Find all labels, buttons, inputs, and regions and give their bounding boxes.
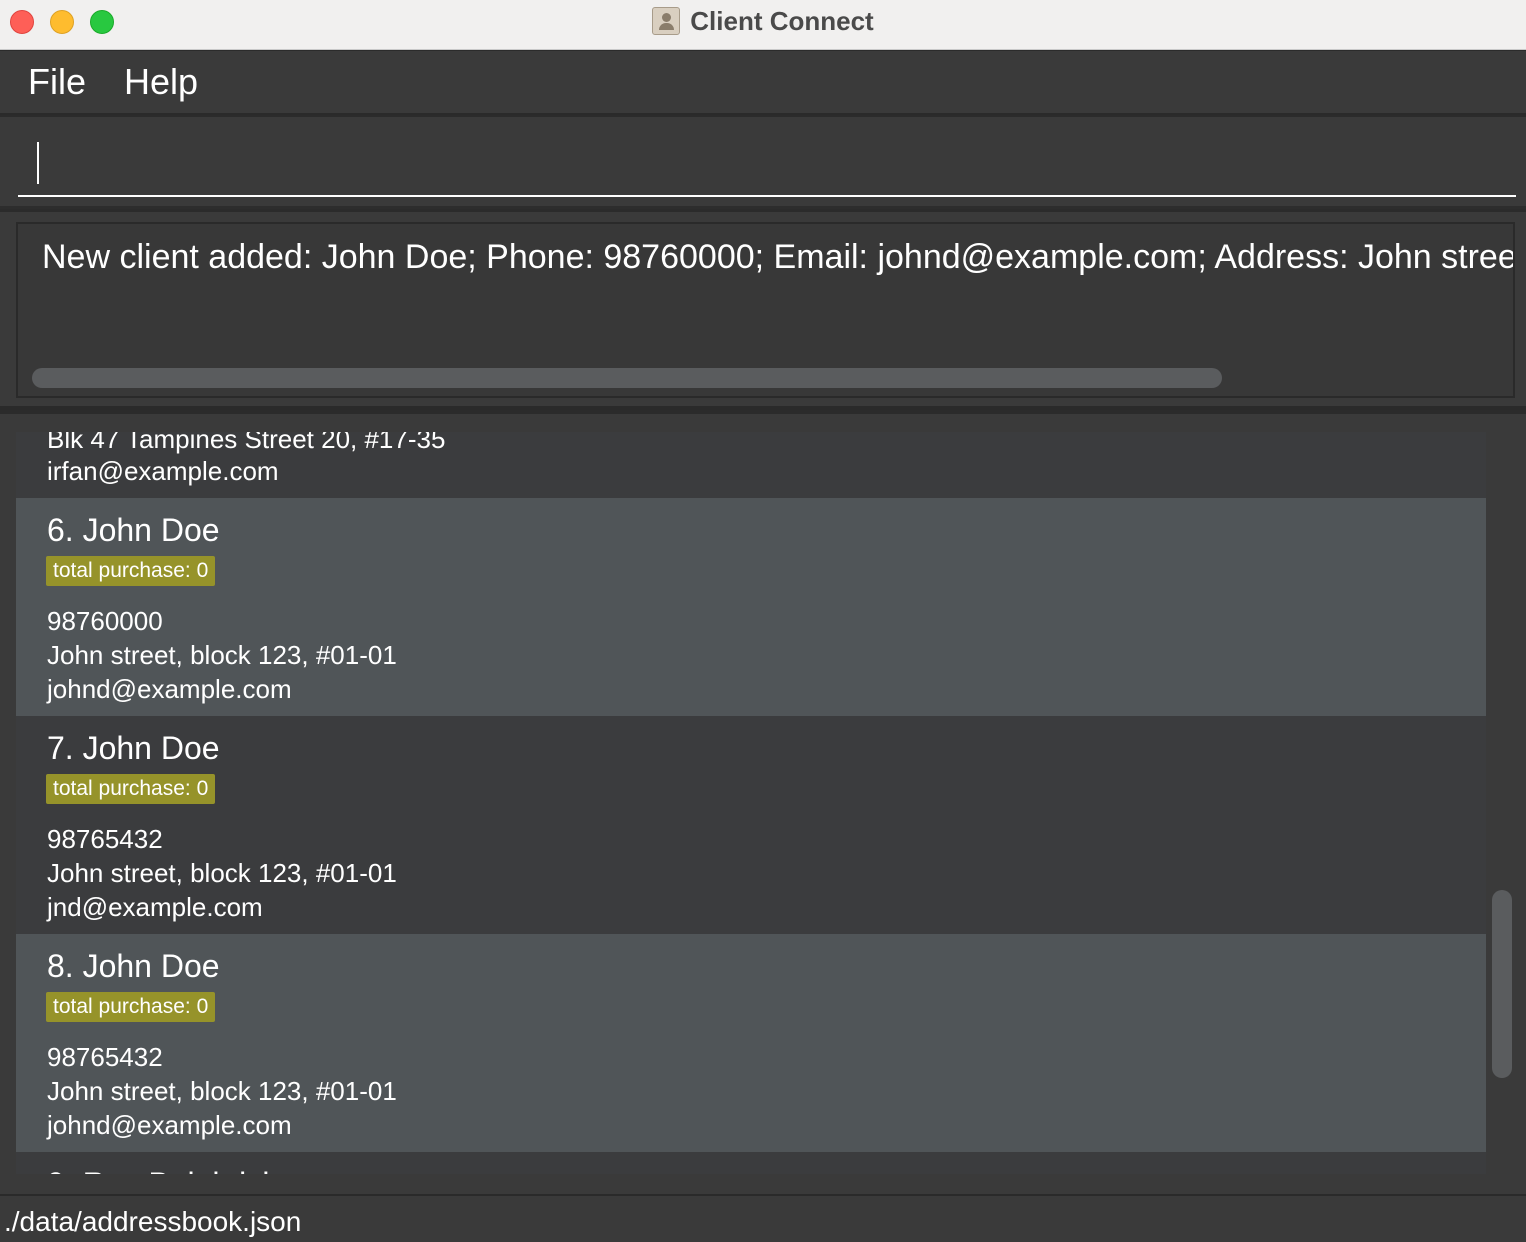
- title-bar: Client Connect: [0, 0, 1526, 50]
- client-tag: total purchase: 0: [46, 774, 216, 804]
- client-email: johnd@example.com: [47, 1110, 292, 1140]
- list-vertical-scrollbar[interactable]: [1492, 890, 1512, 1078]
- client-address: John street, block 123, #01-01: [47, 1076, 397, 1106]
- result-horizontal-scrollbar[interactable]: [32, 368, 1222, 388]
- client-card-partial[interactable]: 9. Roy Balakrishnan: [16, 1152, 1486, 1174]
- client-list[interactable]: Blk 47 Tampines Street 20, #17-35 irfan@…: [16, 432, 1486, 1174]
- client-name: 7. John Doe: [47, 730, 220, 766]
- window-title: Client Connect: [690, 5, 874, 36]
- menu-help[interactable]: Help: [124, 61, 198, 103]
- client-card[interactable]: 6. John Doe total purchase: 0 98760000 J…: [16, 498, 1486, 716]
- result-display[interactable]: New client added: John Doe; Phone: 98760…: [16, 222, 1515, 398]
- result-panel: New client added: John Doe; Phone: 98760…: [0, 212, 1526, 410]
- client-email: irfan@example.com: [47, 456, 279, 486]
- menu-bar: File Help: [0, 51, 1526, 115]
- status-bar: ./data/addressbook.json: [0, 1194, 1526, 1242]
- client-email: johnd@example.com: [47, 674, 292, 704]
- client-name: 6. John Doe: [47, 512, 220, 548]
- client-name: 9. Roy Balakrishnan: [47, 1166, 333, 1174]
- client-email: jnd@example.com: [47, 892, 263, 922]
- client-phone: 98765432: [47, 824, 163, 854]
- result-message: New client added: John Doe; Phone: 98760…: [42, 238, 1515, 276]
- client-address: John street, block 123, #01-01: [47, 858, 397, 888]
- client-list-panel: Blk 47 Tampines Street 20, #17-35 irfan@…: [0, 414, 1526, 1194]
- client-tag: total purchase: 0: [46, 556, 216, 586]
- save-location-path: ./data/addressbook.json: [4, 1206, 302, 1237]
- client-tag: total purchase: 0: [46, 992, 216, 1022]
- menu-file[interactable]: File: [28, 61, 86, 103]
- command-input[interactable]: [18, 131, 1516, 197]
- window-title-group: Client Connect: [0, 0, 1526, 42]
- client-card[interactable]: 7. John Doe total purchase: 0 98765432 J…: [16, 716, 1486, 934]
- command-box-panel: [0, 117, 1526, 209]
- client-phone: 98760000: [47, 606, 163, 636]
- address-book-icon: [652, 7, 681, 35]
- client-address: Blk 47 Tampines Street 20, #17-35: [47, 432, 446, 454]
- client-address: John street, block 123, #01-01: [47, 640, 397, 670]
- client-phone: 98765432: [47, 1042, 163, 1072]
- client-card-partial[interactable]: Blk 47 Tampines Street 20, #17-35 irfan@…: [16, 432, 1486, 498]
- client-card[interactable]: 8. John Doe total purchase: 0 98765432 J…: [16, 934, 1486, 1152]
- client-name: 8. John Doe: [47, 948, 220, 984]
- text-caret: [37, 142, 39, 184]
